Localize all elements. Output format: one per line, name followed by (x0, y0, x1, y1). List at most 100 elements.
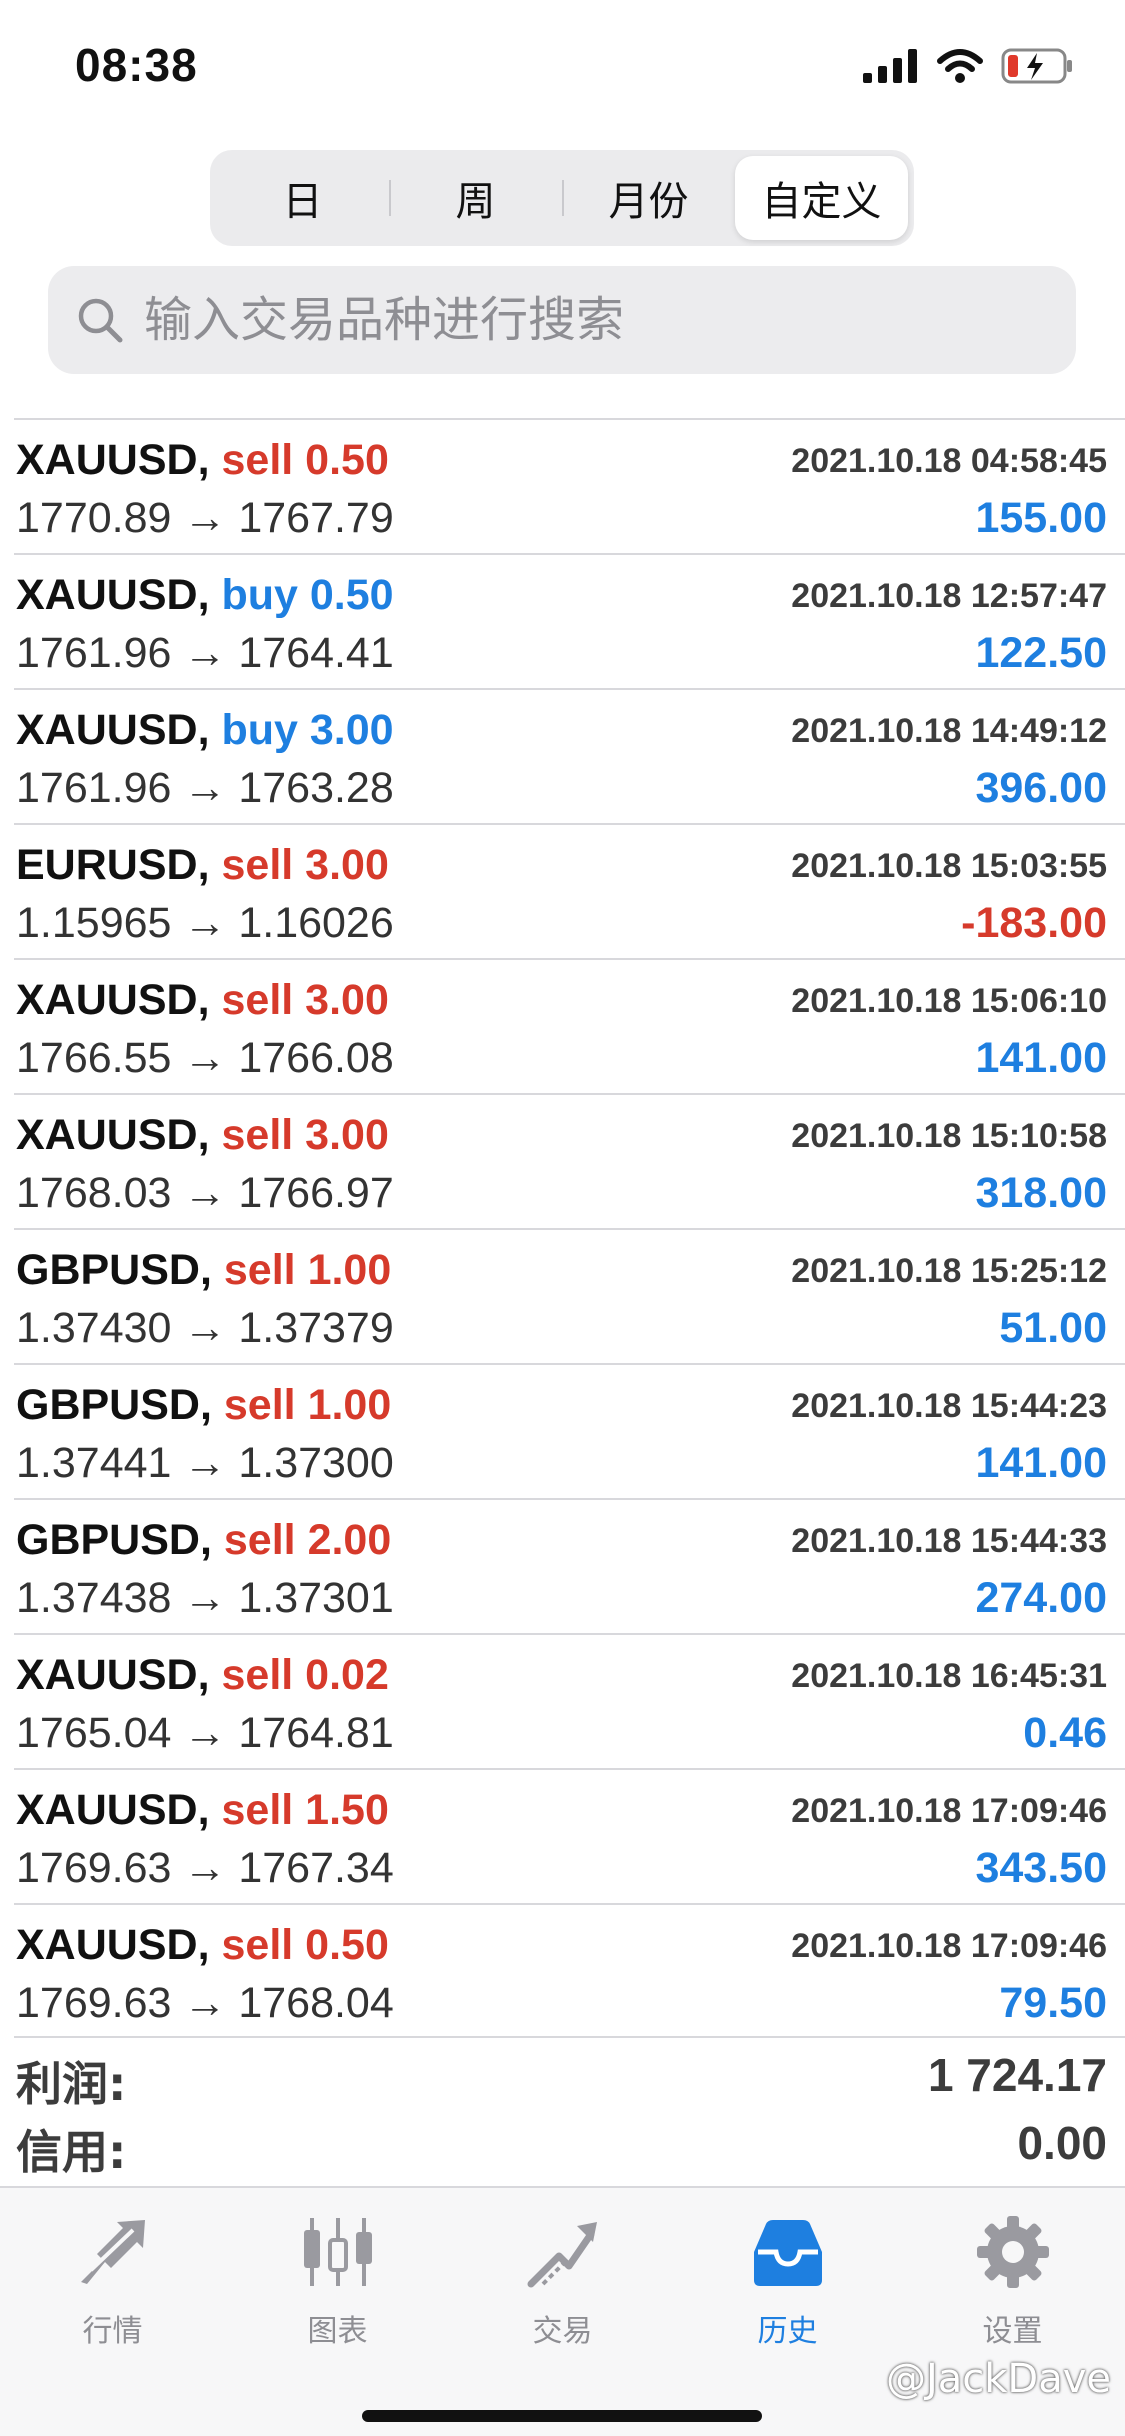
deal-type: sell (221, 1111, 294, 1159)
credit-value: 0.00 (1017, 2117, 1107, 2169)
watermark: @JackDave (885, 2356, 1111, 2402)
deal-title: XAUUSD, sell 3.00 (16, 1111, 389, 1160)
deal-symbol: XAUUSD, (16, 1786, 210, 1834)
deal-row[interactable]: XAUUSD, sell 0.02 2021.10.18 16:45:31 1765… (14, 1633, 1125, 1768)
cellular-signal-icon (863, 49, 917, 83)
status-bar: 08:38 (0, 0, 1125, 130)
deal-profit: 141.00 (975, 1439, 1107, 1487)
deal-type: buy (221, 706, 298, 754)
deal-type: sell (223, 1246, 296, 1294)
profit-label: 利润: (16, 2057, 127, 2111)
period-tab-2[interactable]: 月份 (562, 156, 735, 240)
deal-row[interactable]: XAUUSD, sell 3.00 2021.10.18 15:10:58 1768… (14, 1093, 1125, 1228)
deal-symbol: XAUUSD, (16, 1921, 210, 1969)
deal-profit: 51.00 (999, 1304, 1107, 1352)
deal-prices: 1770.89 → 1767.79 (16, 494, 394, 542)
deal-title: XAUUSD, sell 1.50 (16, 1786, 389, 1835)
deal-symbol: XAUUSD, (16, 1111, 210, 1159)
deal-row[interactable]: GBPUSD, sell 1.00 2021.10.18 15:25:12 1.37… (14, 1228, 1125, 1363)
period-tab-0[interactable]: 日 (216, 156, 389, 240)
deal-profit: 318.00 (975, 1169, 1107, 1217)
deal-prices: 1761.96 → 1764.41 (16, 629, 394, 677)
deal-time: 2021.10.18 15:44:33 (791, 1522, 1107, 1560)
deal-time: 2021.10.18 15:44:23 (791, 1387, 1107, 1425)
tab-trade[interactable]: 交易 (450, 2188, 675, 2358)
deal-symbol: GBPUSD, (16, 1246, 212, 1294)
deal-volume: 1.00 (307, 1381, 392, 1429)
deal-row[interactable]: XAUUSD, sell 0.50 2021.10.18 04:58:45 1770… (14, 418, 1125, 553)
wifi-icon (937, 49, 983, 83)
period-segmented-control: 日周月份 自定义 (210, 150, 914, 246)
tab-label: 历史 (757, 2314, 818, 2349)
tab-history[interactable]: 历史 (675, 2188, 900, 2358)
deal-prices: 1.15965 → 1.16026 (16, 899, 394, 947)
deal-title: EURUSD, sell 3.00 (16, 841, 389, 890)
deal-type: sell (221, 436, 294, 484)
search-icon (70, 290, 130, 350)
tab-label: 设置 (982, 2314, 1043, 2349)
chart-icon (293, 2210, 383, 2294)
deal-title: GBPUSD, sell 1.00 (16, 1381, 391, 1430)
search-input[interactable] (144, 292, 1044, 348)
deal-prices: 1.37438 → 1.37301 (16, 1574, 394, 1622)
period-tab-3[interactable]: 自定义 (735, 156, 908, 240)
deal-row[interactable]: EURUSD, sell 3.00 2021.10.18 15:03:55 1.15… (14, 823, 1125, 958)
deal-title: XAUUSD, sell 0.50 (16, 436, 389, 485)
period-tab-1[interactable]: 周 (389, 156, 562, 240)
deal-row[interactable]: XAUUSD, sell 0.50 2021.10.18 17:09:46 1769… (14, 1903, 1125, 2038)
deal-symbol: XAUUSD, (16, 436, 210, 484)
deal-profit: 79.50 (999, 1979, 1107, 2027)
search-bar[interactable] (48, 266, 1076, 374)
deal-row[interactable]: XAUUSD, sell 3.00 2021.10.18 15:06:10 1766… (14, 958, 1125, 1093)
deal-type: sell (221, 976, 294, 1024)
settings-icon (968, 2210, 1058, 2294)
deal-volume: 1.50 (305, 1786, 389, 1834)
tab-label: 图表 (307, 2314, 368, 2349)
deal-title: XAUUSD, sell 0.02 (16, 1651, 389, 1700)
deal-profit: 155.00 (975, 494, 1107, 542)
deal-volume: 1.00 (307, 1246, 392, 1294)
deal-type: sell (221, 1921, 294, 1969)
deal-volume: 0.50 (309, 571, 394, 619)
tab-settings[interactable]: 设置 (900, 2188, 1125, 2358)
tab-bar: 行情 图表 交易 历史 设置 @JackDave (0, 2186, 1125, 2436)
deal-prices: 1761.96 → 1763.28 (16, 764, 394, 812)
deal-volume: 3.00 (305, 1111, 389, 1159)
deal-title: XAUUSD, sell 0.50 (16, 1921, 389, 1970)
deal-time: 2021.10.18 16:45:31 (791, 1657, 1107, 1695)
deal-prices: 1769.63 → 1767.34 (16, 1844, 394, 1892)
deal-volume: 0.50 (305, 436, 389, 484)
tab-quotes[interactable]: 行情 (0, 2188, 225, 2358)
tab-label: 交易 (532, 2314, 593, 2349)
deal-type: sell (223, 1516, 296, 1564)
deal-row[interactable]: XAUUSD, buy 0.50 2021.10.18 12:57:47 1761.… (14, 553, 1125, 688)
deal-row[interactable]: XAUUSD, buy 3.00 2021.10.18 14:49:12 1761.… (14, 688, 1125, 823)
deal-prices: 1766.55 → 1766.08 (16, 1034, 394, 1082)
deal-symbol: GBPUSD, (16, 1516, 212, 1564)
deal-row[interactable]: GBPUSD, sell 2.00 2021.10.18 15:44:33 1.37… (14, 1498, 1125, 1633)
deal-time: 2021.10.18 04:58:45 (791, 442, 1107, 480)
summary: 利润: 1 724.17 信用: 0.00 (14, 2040, 1111, 2179)
deal-symbol: XAUUSD, (16, 571, 210, 619)
credit-label: 信用: (16, 2125, 127, 2179)
deal-symbol: EURUSD, (16, 841, 210, 889)
deal-profit: 122.50 (975, 629, 1107, 677)
deal-history-list: XAUUSD, sell 0.50 2021.10.18 04:58:45 1770… (0, 418, 1125, 2038)
deal-prices: 1.37441 → 1.37300 (16, 1439, 394, 1487)
deal-volume: 0.02 (305, 1651, 389, 1699)
profit-row: 利润: 1 724.17 (14, 2040, 1111, 2111)
deal-type: sell (221, 841, 294, 889)
deal-profit: 141.00 (975, 1034, 1107, 1082)
deal-row[interactable]: GBPUSD, sell 1.00 2021.10.18 15:44:23 1.37… (14, 1363, 1125, 1498)
deal-time: 2021.10.18 15:06:10 (791, 982, 1107, 1020)
deal-prices: 1769.63 → 1768.04 (16, 1979, 394, 2027)
home-indicator[interactable] (362, 2410, 762, 2422)
deal-time: 2021.10.18 17:09:46 (791, 1927, 1107, 1965)
tab-label: 行情 (82, 2314, 143, 2349)
profit-total: 1 724.17 (927, 2049, 1107, 2101)
deal-row[interactable]: XAUUSD, sell 1.50 2021.10.18 17:09:46 1769… (14, 1768, 1125, 1903)
tab-chart[interactable]: 图表 (225, 2188, 450, 2358)
deal-time: 2021.10.18 15:25:12 (791, 1252, 1107, 1290)
deal-time: 2021.10.18 15:10:58 (791, 1117, 1107, 1155)
deal-symbol: XAUUSD, (16, 706, 210, 754)
